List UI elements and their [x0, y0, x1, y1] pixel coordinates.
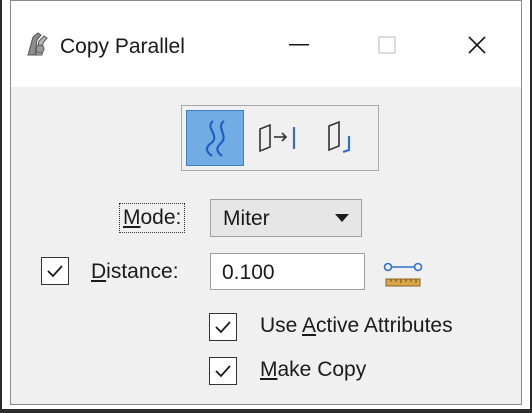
mode-value: Miter	[223, 207, 270, 230]
method-toolbar	[181, 105, 379, 171]
tool-parallel-curves[interactable]	[186, 110, 244, 166]
tool-offset-corner[interactable]	[312, 110, 370, 166]
use-active-attributes-checkbox[interactable]	[209, 313, 237, 341]
distance-label: Distance:	[91, 260, 179, 283]
chevron-down-icon	[335, 214, 349, 222]
copy-parallel-app-icon	[27, 32, 48, 56]
tool-offset-right[interactable]	[250, 110, 308, 166]
distance-checkbox[interactable]	[41, 257, 69, 285]
background-edge-bottom	[0, 409, 532, 413]
offset-corner-icon	[328, 120, 351, 154]
mode-dropdown[interactable]: Miter	[210, 199, 362, 237]
make-copy-label: Make Copy	[260, 358, 367, 381]
maximize-button[interactable]	[359, 19, 415, 71]
checkmark-icon	[47, 265, 63, 278]
make-copy-checkbox[interactable]	[209, 357, 237, 385]
measure-distance-icon[interactable]	[383, 260, 423, 290]
background-edge-left	[0, 0, 2, 413]
mode-label: Mode:	[119, 203, 186, 233]
minimize-icon	[289, 44, 309, 46]
close-icon	[468, 36, 486, 54]
window-title: Copy Parallel	[60, 35, 185, 58]
offset-right-icon	[259, 123, 296, 153]
maximize-icon	[378, 36, 396, 54]
checkmark-icon	[215, 321, 231, 334]
close-button[interactable]	[449, 19, 505, 71]
use-active-attributes-label: Use Active Attributes	[260, 314, 453, 337]
title-bar[interactable]: Copy Parallel	[11, 1, 521, 87]
parallel-curves-icon	[205, 120, 225, 157]
copy-parallel-dialog: Copy Parallel Mode: Miter Distance: 0.10…	[10, 0, 522, 405]
minimize-button[interactable]	[271, 19, 327, 71]
distance-value: 0.100	[222, 261, 275, 284]
checkmark-icon	[215, 365, 231, 378]
distance-input[interactable]: 0.100	[210, 253, 365, 290]
